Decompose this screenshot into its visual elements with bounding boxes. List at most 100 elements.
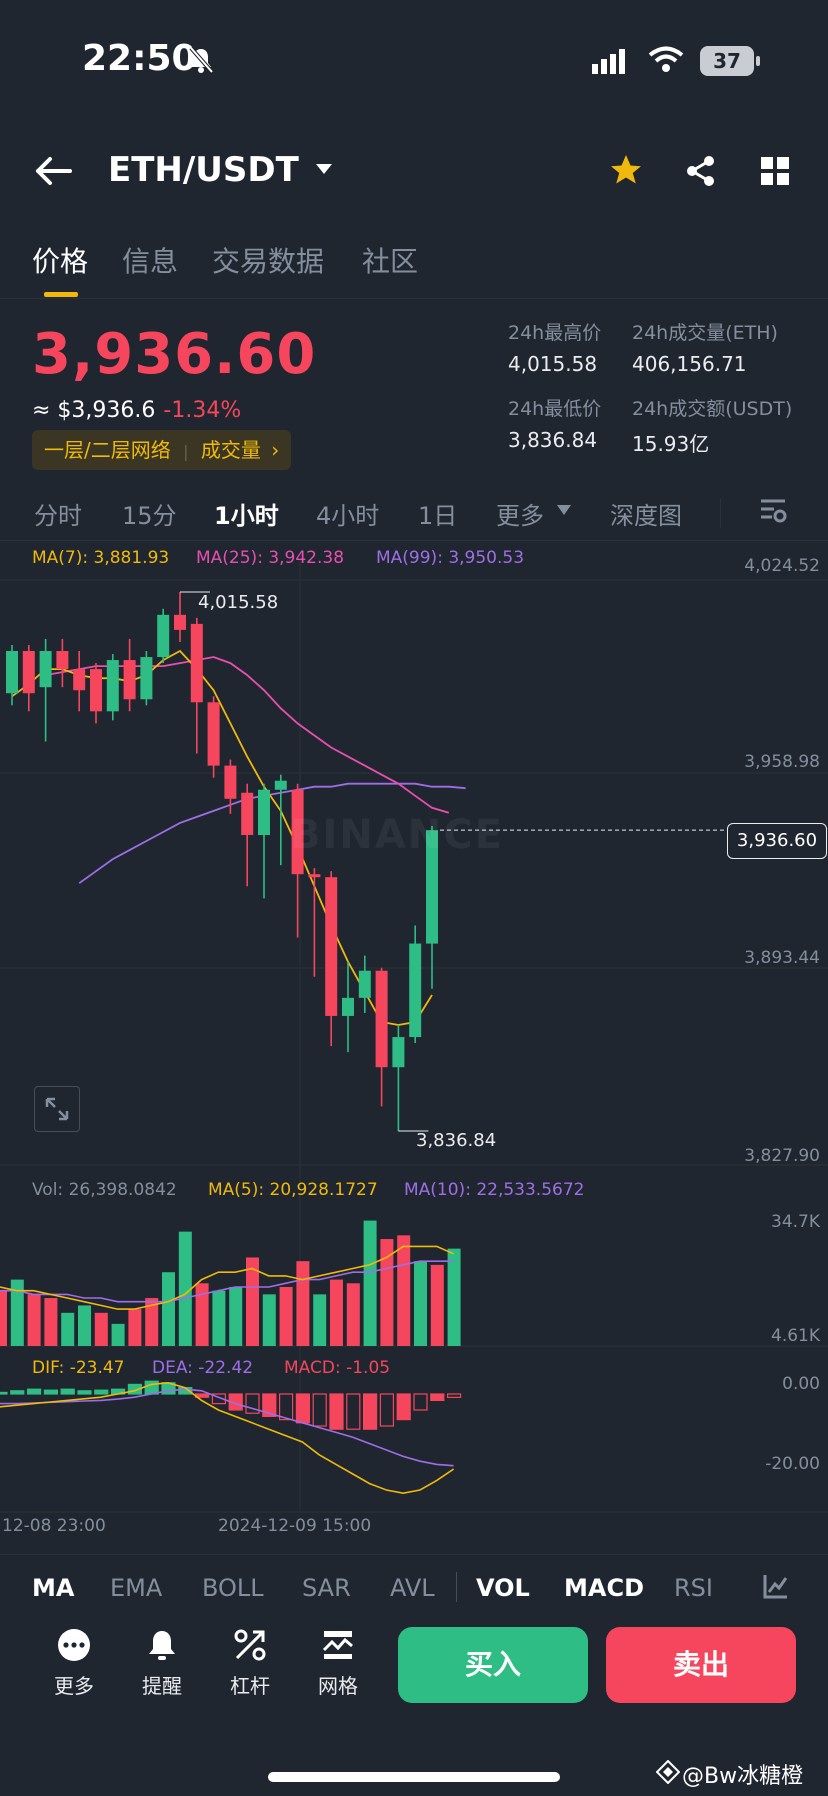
macd-histogram-bar xyxy=(0,1391,8,1395)
action-alert[interactable]: 提醒 xyxy=(122,1628,202,1699)
binance-watermark: BINANCE xyxy=(290,812,504,858)
indicator-ema[interactable]: EMA xyxy=(110,1574,162,1602)
candlestick-chart[interactable] xyxy=(0,0,828,1560)
vol-ma5-legend: MA(5): 20,928.1727 xyxy=(208,1180,378,1200)
candle-body xyxy=(22,651,35,694)
indicator-macd[interactable]: MACD xyxy=(564,1574,644,1602)
macd-axis-label: 0.00 xyxy=(782,1374,820,1394)
fullscreen-button[interactable] xyxy=(34,1086,80,1132)
indicator-divider xyxy=(456,1572,457,1602)
price-axis-label: 3,893.44 xyxy=(744,948,820,968)
home-indicator xyxy=(268,1772,560,1782)
time-axis-label: 12-08 23:00 xyxy=(2,1516,106,1536)
vol-axis-label: 4.61K xyxy=(771,1326,820,1346)
macd-histogram-bar xyxy=(279,1393,294,1421)
action-more[interactable]: 更多 xyxy=(34,1628,114,1699)
candle-body xyxy=(325,877,338,1016)
candle-body xyxy=(358,970,371,998)
indicator-vol[interactable]: VOL xyxy=(476,1574,530,1602)
volume-bar xyxy=(212,1290,226,1346)
candle-body xyxy=(90,669,102,712)
action-grid[interactable]: 网格 xyxy=(298,1628,378,1699)
volume-bar xyxy=(78,1305,91,1346)
candle-body xyxy=(106,660,119,712)
macd-histogram-bar xyxy=(295,1393,310,1424)
candle-body xyxy=(224,765,237,799)
candle-body xyxy=(157,614,170,658)
volume-bar xyxy=(330,1279,343,1346)
action-leverage[interactable]: 杠杆 xyxy=(210,1628,290,1699)
macd-histogram-bar xyxy=(60,1388,75,1395)
candle-body xyxy=(39,651,52,688)
macd-histogram-bar xyxy=(77,1390,92,1395)
macd-histogram-bar xyxy=(413,1393,428,1411)
expand-icon xyxy=(45,1097,69,1121)
candle-body xyxy=(207,702,220,766)
macd-histogram-bar xyxy=(27,1388,42,1395)
vol-ma10-legend: MA(10): 22,533.5672 xyxy=(404,1180,585,1200)
current-price-tag: 3,936.60 xyxy=(727,823,827,859)
volume-bar xyxy=(430,1264,444,1346)
sell-button[interactable]: 卖出 xyxy=(606,1627,796,1703)
buy-button[interactable]: 买入 xyxy=(398,1627,588,1703)
dif-legend: DIF: -23.47 xyxy=(32,1358,125,1378)
candle-body xyxy=(140,657,153,700)
macd-axis-label: -20.00 xyxy=(765,1454,820,1474)
candle-body xyxy=(409,943,422,1038)
candle-body xyxy=(174,614,186,630)
price-axis-label: 3,827.90 xyxy=(744,1146,820,1166)
candle-body xyxy=(56,651,69,670)
volume-bar xyxy=(313,1294,327,1346)
dif-line xyxy=(0,1381,455,1495)
volume-bar xyxy=(296,1261,310,1346)
macd-histogram-bar xyxy=(447,1393,462,1398)
indicator-boll[interactable]: BOLL xyxy=(202,1574,264,1602)
volume-bar xyxy=(229,1286,243,1346)
indicator-ma[interactable]: MA xyxy=(32,1574,74,1602)
macd-histogram-bar xyxy=(329,1393,344,1430)
macd-histogram-bar xyxy=(396,1393,411,1421)
price-axis-label: 3,958.98 xyxy=(744,752,820,772)
watermark-logo-icon xyxy=(656,1760,680,1784)
macd-histogram-bar xyxy=(363,1393,378,1430)
candle-body xyxy=(392,1037,405,1068)
macd-histogram-bar xyxy=(379,1393,394,1427)
candle-body xyxy=(241,792,254,835)
volume-bar xyxy=(44,1298,58,1346)
volume-bar xyxy=(94,1312,108,1346)
volume-bar xyxy=(0,1290,7,1346)
candle-body xyxy=(190,623,203,703)
indicator-avl[interactable]: AVL xyxy=(390,1574,435,1602)
candle-body xyxy=(258,789,270,835)
macd-legend: MACD: -1.05 xyxy=(284,1358,391,1378)
indicator-sar[interactable]: SAR xyxy=(302,1574,351,1602)
candle-body xyxy=(375,970,388,1068)
volume-bar xyxy=(414,1261,427,1346)
macd-histogram-bar xyxy=(43,1389,59,1395)
action-grid-label: 网格 xyxy=(318,1674,358,1698)
macd-histogram-bar xyxy=(10,1390,25,1395)
volume-bar xyxy=(111,1323,125,1346)
watermark-logo: BINANCE xyxy=(290,812,504,858)
macd-histogram-bar xyxy=(430,1393,445,1402)
candle-body xyxy=(73,669,86,691)
indicator-rsi[interactable]: RSI xyxy=(674,1574,713,1602)
divider xyxy=(0,1554,828,1555)
bell-icon xyxy=(149,1631,175,1660)
volume-bar xyxy=(363,1220,377,1346)
vol-axis-label: 34.7K xyxy=(771,1212,820,1232)
volume-bar xyxy=(128,1309,142,1346)
grid-trading-icon xyxy=(322,1631,353,1659)
volume-bar xyxy=(178,1231,192,1346)
volume-bar xyxy=(279,1286,293,1346)
leverage-icon xyxy=(234,1629,266,1661)
volume-bar xyxy=(447,1248,461,1346)
indicator-settings-icon[interactable] xyxy=(762,1572,790,1600)
time-axis-label: 2024-12-09 15:00 xyxy=(218,1516,372,1536)
volume-bar xyxy=(61,1312,75,1346)
more-icon xyxy=(58,1629,90,1661)
macd-histogram-bar xyxy=(312,1393,327,1427)
dea-legend: DEA: -22.42 xyxy=(152,1358,254,1378)
volume-bar xyxy=(397,1235,411,1346)
volume-bar xyxy=(346,1283,360,1346)
